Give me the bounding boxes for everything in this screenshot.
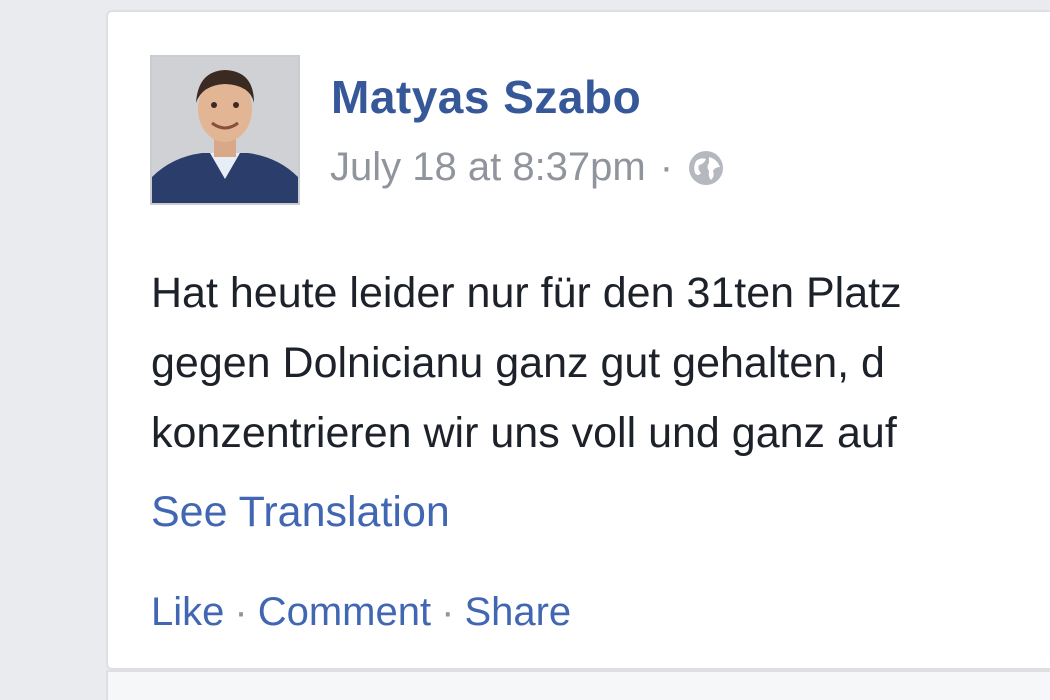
share-link[interactable]: Share xyxy=(464,590,571,634)
post-body: Hat heute leider nur für den 31ten Platz… xyxy=(151,258,1050,468)
post-author-name[interactable]: Matyas Szabo xyxy=(331,70,641,124)
post-footer-strip xyxy=(106,670,1050,700)
post-timestamp[interactable]: July 18 at 8:37pm xyxy=(330,145,646,190)
globe-icon[interactable] xyxy=(687,149,725,187)
action-separator: · xyxy=(234,590,248,634)
post-text-line: Hat heute leider nur für den 31ten Platz xyxy=(151,269,902,317)
post-text-line: gegen Dolnicianu ganz gut gehalten, d xyxy=(151,339,885,387)
see-translation-link[interactable]: See Translation xyxy=(151,488,450,537)
action-separator: · xyxy=(441,590,455,634)
post-text-line: konzentrieren wir uns voll und ganz auf xyxy=(151,409,897,457)
avatar[interactable] xyxy=(150,55,300,205)
post-meta: July 18 at 8:37pm · xyxy=(330,145,725,190)
comment-link[interactable]: Comment xyxy=(258,590,431,634)
post-actions: Like · Comment · Share xyxy=(151,590,571,635)
like-link[interactable]: Like xyxy=(151,590,224,634)
meta-separator: · xyxy=(659,145,674,189)
